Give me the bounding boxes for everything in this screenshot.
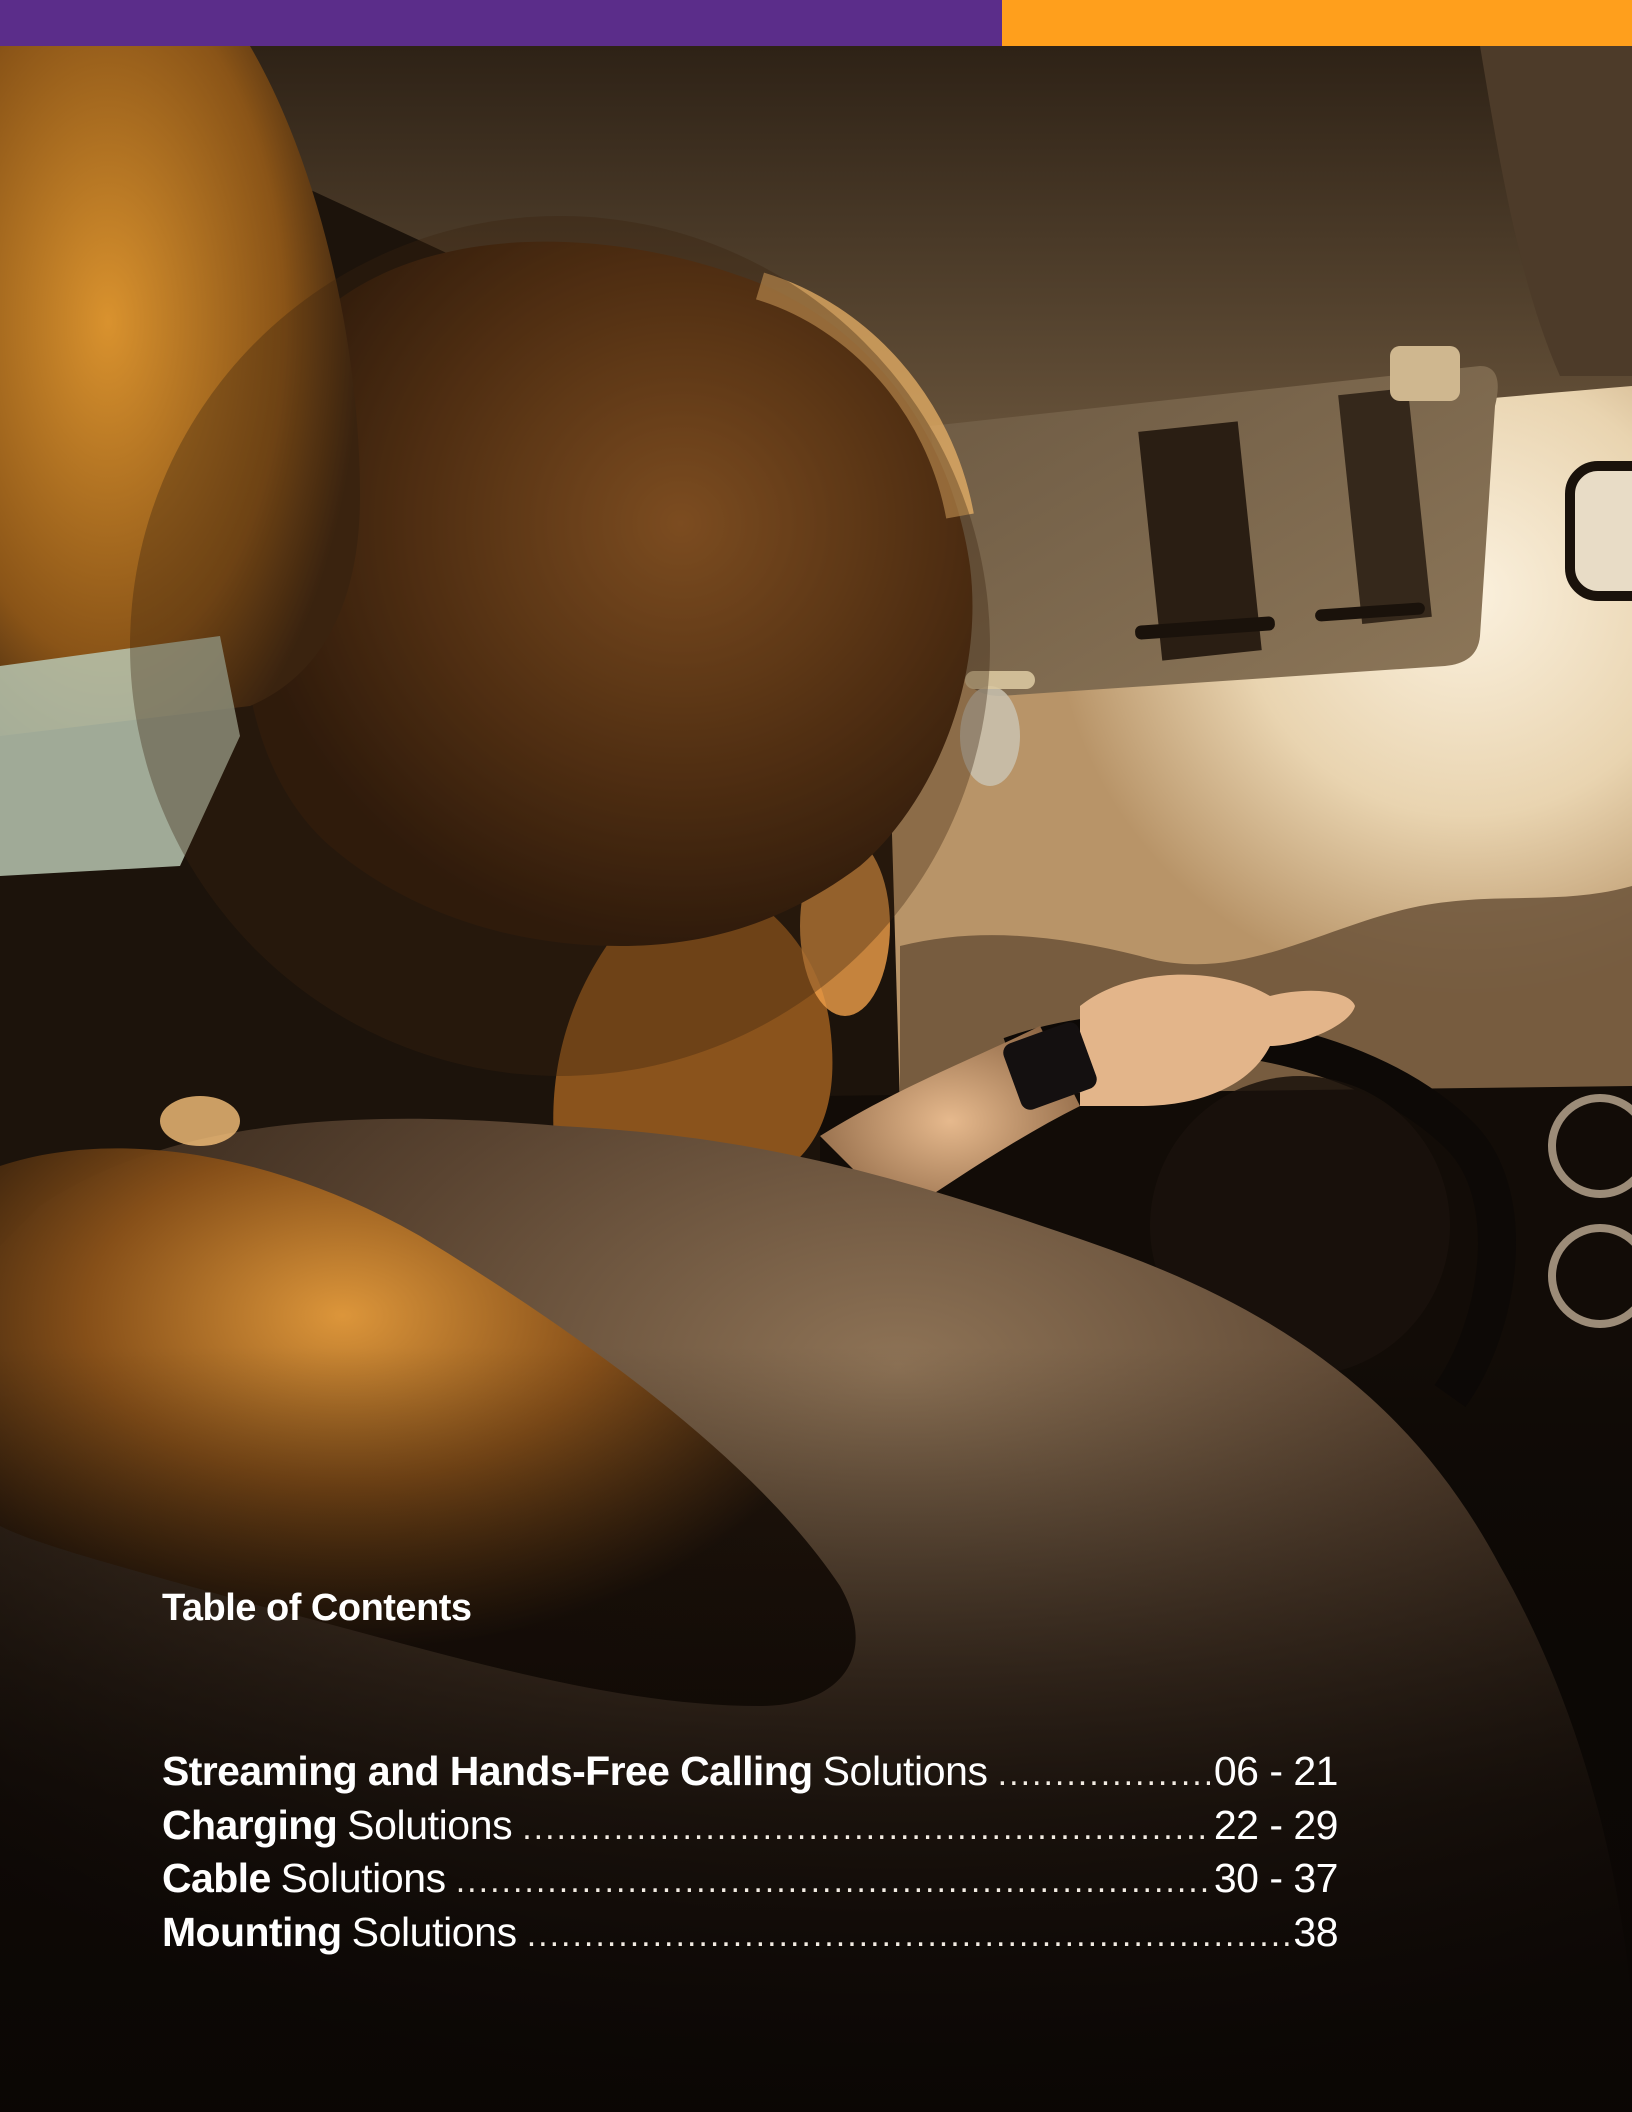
toc-leader-dots: ........................................… (522, 1808, 1210, 1847)
top-bar-purple-segment (0, 0, 1002, 46)
toc-entry-pages: 38 (1293, 1908, 1338, 1955)
toc-entry-pages: 30 - 37 (1213, 1855, 1339, 1901)
toc-entry-bold-text: Cable (162, 1855, 271, 1901)
toc-entry-light-text: Solutions (347, 1801, 513, 1848)
toc-entry-streaming[interactable]: Streaming and Hands-Free Calling Solutio… (162, 1745, 1339, 1799)
toc-entry-charging[interactable]: Charging Solutions .....................… (162, 1799, 1339, 1853)
toc-entry-bold-text: Mounting (162, 1908, 342, 1955)
toc-entry-pages: 22 - 29 (1213, 1801, 1339, 1848)
toc-leader-dots: ........................................… (455, 1862, 1210, 1900)
toc-entry-bold-text: Charging (162, 1801, 338, 1848)
toc-list: Streaming and Hands-Free Calling Solutio… (162, 1745, 1339, 1960)
toc-entry-mounting[interactable]: Mounting Solutions .....................… (162, 1906, 1338, 1960)
toc-entry-cable[interactable]: Cable Solutions ........................… (162, 1852, 1339, 1906)
toc-leader-dots: ........................................… (526, 1915, 1290, 1954)
toc-entry-pages: 06 - 21 (1213, 1748, 1339, 1794)
toc-entry-light-text: Solutions (822, 1748, 988, 1794)
toc-entry-light-text: Solutions (280, 1855, 446, 1901)
top-bar-orange-segment (1002, 0, 1632, 46)
top-color-bar (0, 0, 1632, 46)
table-of-contents: Table of Contents Streaming and Hands-Fr… (162, 1585, 1342, 1955)
toc-entry-bold-text: Streaming and Hands-Free Calling (162, 1748, 813, 1794)
toc-title: Table of Contents (162, 1587, 472, 1629)
toc-entry-light-text: Solutions (351, 1908, 517, 1955)
toc-leader-dots: ........................................… (997, 1755, 1210, 1793)
